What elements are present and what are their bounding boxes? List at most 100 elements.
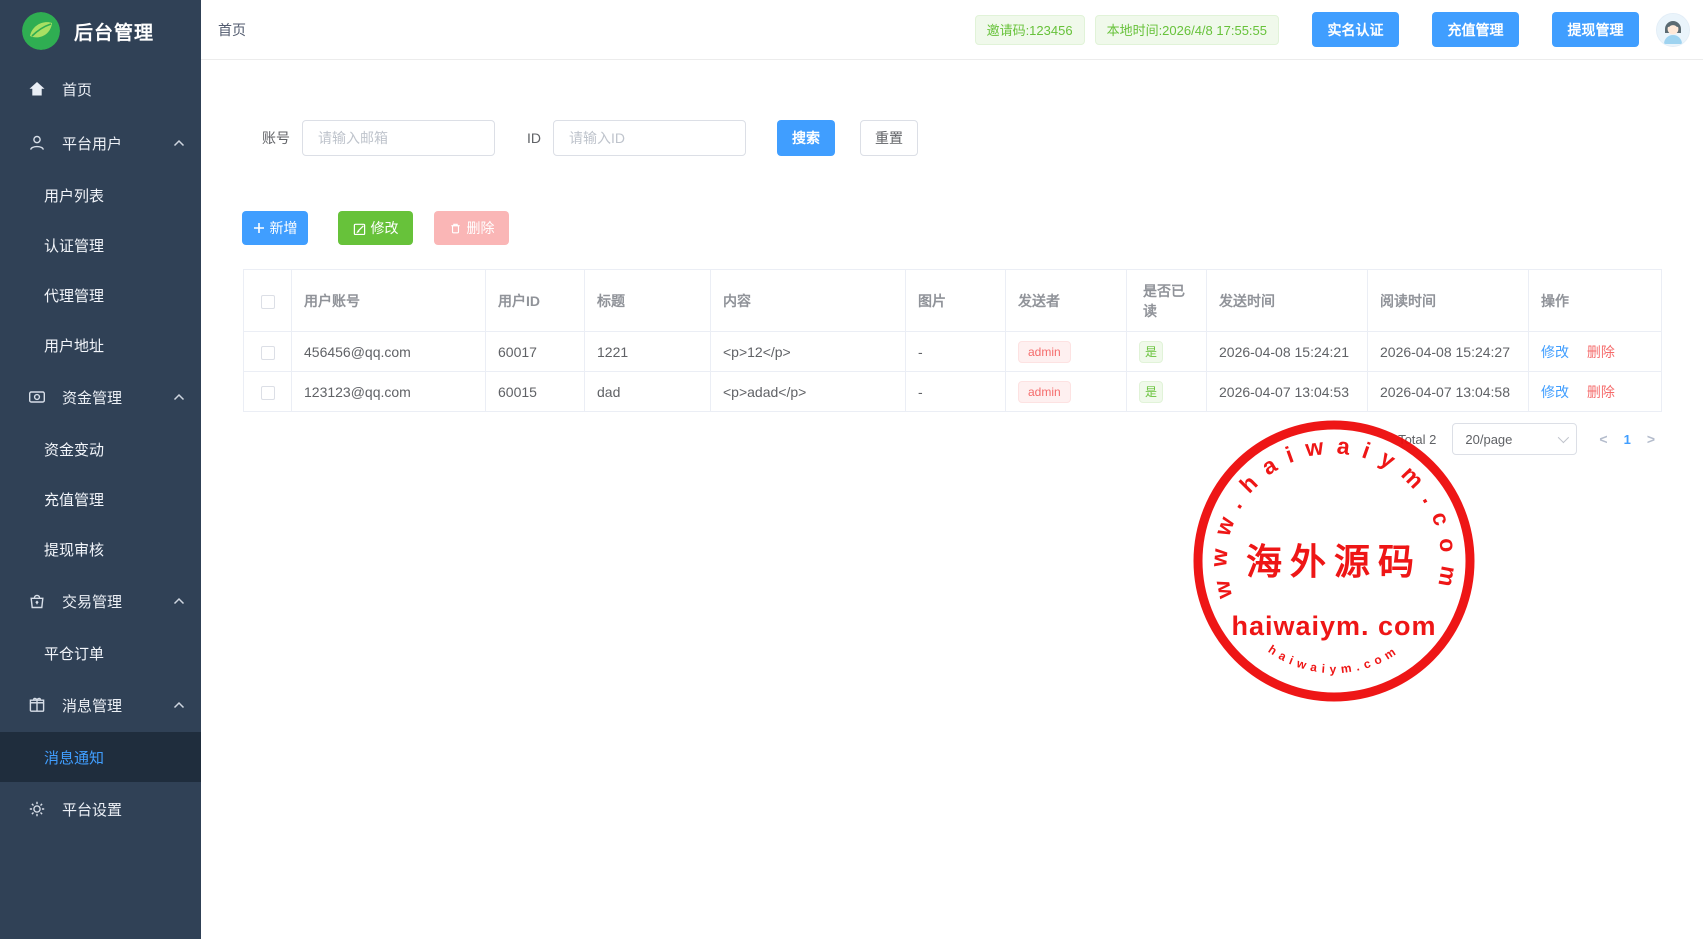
- sidebar-group-label: 平台用户: [62, 133, 122, 154]
- edit-icon: [353, 222, 366, 235]
- row-edit-link[interactable]: 修改: [1541, 384, 1569, 400]
- cell-account: 456456@qq.com: [292, 332, 486, 372]
- cell-send-time: 2026-04-07 13:04:53: [1207, 372, 1368, 412]
- table-row: 123123@qq.com 60015 dad <p>adad</p> - ad…: [244, 372, 1662, 412]
- table-row: 456456@qq.com 60017 1221 <p>12</p> - adm…: [244, 332, 1662, 372]
- row-delete-link[interactable]: 删除: [1587, 384, 1615, 400]
- sidebar-item-label: 用户地址: [44, 335, 104, 356]
- table-toolbar: 新增 修改 删除: [242, 211, 509, 245]
- recharge-mgmt-button[interactable]: 充值管理: [1432, 12, 1519, 47]
- sidebar-item-recharge-mgmt[interactable]: 充值管理: [0, 474, 201, 524]
- sidebar-item-closed-orders[interactable]: 平仓订单: [0, 628, 201, 678]
- sidebar-item-agent-mgmt[interactable]: 代理管理: [0, 270, 201, 320]
- topbar-right: 邀请码:123456 本地时间:2026/4/8 17:55:55 实名认证 充…: [965, 12, 1690, 47]
- sidebar-item-label: 资金变动: [44, 439, 104, 460]
- sidebar-group-label: 消息管理: [62, 695, 122, 716]
- withdraw-mgmt-button[interactable]: 提现管理: [1552, 12, 1639, 47]
- edit-button[interactable]: 修改: [338, 211, 413, 245]
- sidebar-item-user-list[interactable]: 用户列表: [0, 170, 201, 220]
- reset-button[interactable]: 重置: [860, 120, 918, 156]
- sidebar-item-message-notice[interactable]: 消息通知: [0, 732, 201, 782]
- money-icon: [28, 388, 46, 406]
- page-size-value: 20/page: [1465, 432, 1512, 447]
- delete-button-label: 删除: [467, 218, 495, 238]
- col-header-read: 是否已读: [1127, 270, 1207, 332]
- user-icon: [28, 134, 46, 152]
- sidebar-item-label: 首页: [62, 79, 92, 100]
- row-delete-link[interactable]: 删除: [1587, 344, 1615, 360]
- shopping-bag-icon: [28, 592, 46, 610]
- sidebar-group-messages[interactable]: 消息管理: [0, 678, 201, 732]
- add-button-label: 新增: [270, 218, 298, 238]
- cell-account: 123123@qq.com: [292, 372, 486, 412]
- add-button[interactable]: 新增: [242, 211, 308, 245]
- col-header-title: 标题: [585, 270, 711, 332]
- search-button[interactable]: 搜索: [777, 120, 835, 156]
- current-page[interactable]: 1: [1614, 432, 1641, 447]
- sidebar-item-label: 代理管理: [44, 285, 104, 306]
- app-logo: 后台管理: [0, 0, 201, 62]
- sidebar-item-label: 平仓订单: [44, 643, 104, 664]
- row-edit-link[interactable]: 修改: [1541, 344, 1569, 360]
- realname-auth-button[interactable]: 实名认证: [1312, 12, 1399, 47]
- select-all-checkbox[interactable]: [261, 295, 275, 309]
- home-icon: [28, 80, 46, 98]
- invite-code-badge: 邀请码:123456: [975, 15, 1085, 45]
- main-content: 账号 ID 搜索 重置 新增 修改 删除: [201, 60, 1703, 939]
- read-status-tag: 是: [1139, 381, 1163, 403]
- breadcrumb: 首页: [218, 20, 246, 40]
- account-input[interactable]: [302, 120, 495, 156]
- next-page-button[interactable]: >: [1641, 431, 1661, 447]
- sidebar-item-label: 充值管理: [44, 489, 104, 510]
- sidebar-item-withdraw-review[interactable]: 提现审核: [0, 524, 201, 574]
- gear-icon: [28, 800, 46, 818]
- sidebar-item-home[interactable]: 首页: [0, 62, 201, 116]
- sidebar-group-funds[interactable]: 资金管理: [0, 370, 201, 424]
- cell-image: -: [906, 332, 1006, 372]
- prev-page-button[interactable]: <: [1593, 431, 1613, 447]
- app-logo-icon: [22, 12, 60, 50]
- col-header-content: 内容: [711, 270, 906, 332]
- cell-content: <p>adad</p>: [711, 372, 906, 412]
- sidebar-group-trade[interactable]: 交易管理: [0, 574, 201, 628]
- cell-send-time: 2026-04-08 15:24:21: [1207, 332, 1368, 372]
- delete-button[interactable]: 删除: [434, 211, 509, 245]
- page-size-select[interactable]: 20/page: [1452, 423, 1577, 455]
- sidebar-item-user-address[interactable]: 用户地址: [0, 320, 201, 370]
- avatar[interactable]: [1656, 13, 1690, 47]
- trash-icon: [449, 222, 462, 235]
- sidebar-group-platform-users[interactable]: 平台用户: [0, 116, 201, 170]
- sidebar-item-fund-changes[interactable]: 资金变动: [0, 424, 201, 474]
- messages-table: 用户账号 用户ID 标题 内容 图片 发送者 是否已读 发送时间 阅读时间 操作…: [243, 269, 1662, 412]
- cell-read-time: 2026-04-08 15:24:27: [1368, 332, 1529, 372]
- table-header-row: 用户账号 用户ID 标题 内容 图片 发送者 是否已读 发送时间 阅读时间 操作: [244, 270, 1662, 332]
- row-checkbox[interactable]: [261, 386, 275, 400]
- pagination-total: Total 2: [1398, 432, 1436, 447]
- sidebar-item-label: 认证管理: [44, 235, 104, 256]
- cell-user-id: 60017: [486, 332, 585, 372]
- chevron-up-icon: [173, 701, 185, 709]
- cell-read-time: 2026-04-07 13:04:58: [1368, 372, 1529, 412]
- chevron-up-icon: [173, 139, 185, 147]
- chevron-down-icon: [1558, 432, 1569, 443]
- cell-image: -: [906, 372, 1006, 412]
- col-header-sender: 发送者: [1006, 270, 1127, 332]
- local-time-badge: 本地时间:2026/4/8 17:55:55: [1095, 15, 1279, 45]
- sidebar-item-platform-settings[interactable]: 平台设置: [0, 782, 201, 836]
- cell-title: dad: [585, 372, 711, 412]
- col-header-send-time: 发送时间: [1207, 270, 1368, 332]
- id-input[interactable]: [553, 120, 746, 156]
- sidebar-item-auth-mgmt[interactable]: 认证管理: [0, 220, 201, 270]
- cell-user-id: 60015: [486, 372, 585, 412]
- sidebar-item-label: 用户列表: [44, 185, 104, 206]
- row-checkbox[interactable]: [261, 346, 275, 360]
- sidebar-item-label: 提现审核: [44, 539, 104, 560]
- sidebar-item-label: 平台设置: [62, 799, 122, 820]
- filter-bar: 账号 ID 搜索 重置: [262, 120, 918, 156]
- sidebar-item-label: 消息通知: [44, 747, 104, 768]
- sidebar: 后台管理 首页 平台用户 用户列表 认证管理 代理管理 用户地址: [0, 0, 201, 939]
- sidebar-group-label: 交易管理: [62, 591, 122, 612]
- sender-tag: admin: [1018, 341, 1071, 363]
- topbar: 首页 邀请码:123456 本地时间:2026/4/8 17:55:55 实名认…: [201, 0, 1703, 60]
- col-header-actions: 操作: [1529, 270, 1662, 332]
